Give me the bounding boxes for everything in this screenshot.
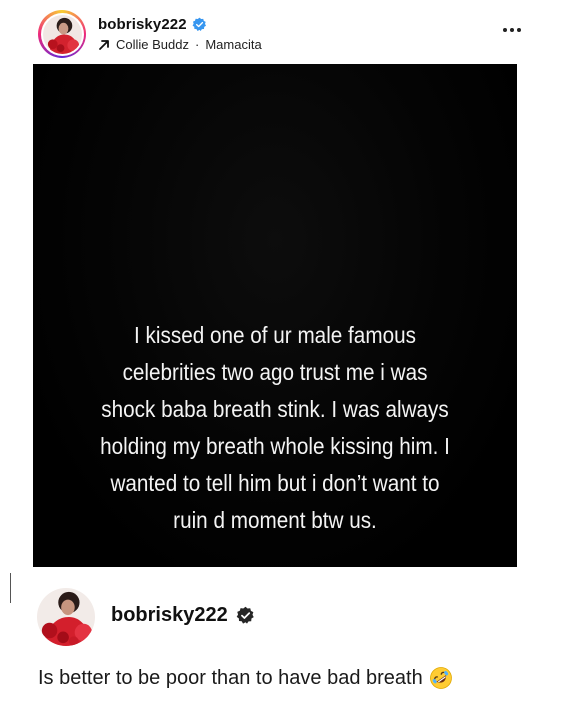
media-caption-text: I kissed one of ur male famous celebriti… [81, 317, 470, 539]
profile-avatar[interactable] [42, 14, 82, 54]
instagram-post-screenshot: bobrisky222 Collie Buddz · Mamacita I ki… [0, 0, 561, 709]
verified-badge-icon [192, 17, 206, 31]
comment-body: Is better to be poor than to have bad br… [38, 666, 423, 689]
music-song: Mamacita [205, 37, 262, 52]
more-dot-icon [517, 28, 521, 32]
caption-line: ruin d moment btw us. [173, 507, 377, 533]
rolling-on-the-floor-laughing-icon [429, 667, 452, 689]
music-info[interactable]: Collie Buddz · Mamacita [98, 37, 262, 52]
more-dot-icon [510, 28, 514, 32]
music-artist: Collie Buddz [116, 37, 189, 52]
more-options-button[interactable] [498, 22, 526, 38]
caption-line: holding my breath whole kissing him. I [100, 433, 450, 459]
verified-badge-icon [236, 606, 254, 624]
comment-username[interactable]: bobrisky222 [111, 604, 228, 627]
more-dot-icon [503, 28, 507, 32]
caption-line: wanted to tell him but i don’t want to [110, 470, 440, 496]
post-username[interactable]: bobrisky222 [98, 16, 187, 33]
music-separator: · [195, 37, 200, 52]
caption-line: I kissed one of ur male famous [134, 322, 416, 348]
trending-arrow-icon [99, 39, 109, 50]
caption-line: shock baba breath stink. I was always [101, 396, 449, 422]
edge-divider [10, 573, 11, 603]
comment: bobrisky222 Is better to be poor than to… [37, 588, 537, 698]
profile-avatar-story-ring[interactable] [38, 10, 86, 58]
post-media-image[interactable]: I kissed one of ur male famous celebriti… [33, 64, 517, 567]
post-header: bobrisky222 Collie Buddz · Mamacita [36, 8, 526, 60]
comment-avatar[interactable] [37, 588, 95, 646]
caption-line: celebrities two ago trust me i was [122, 359, 428, 385]
